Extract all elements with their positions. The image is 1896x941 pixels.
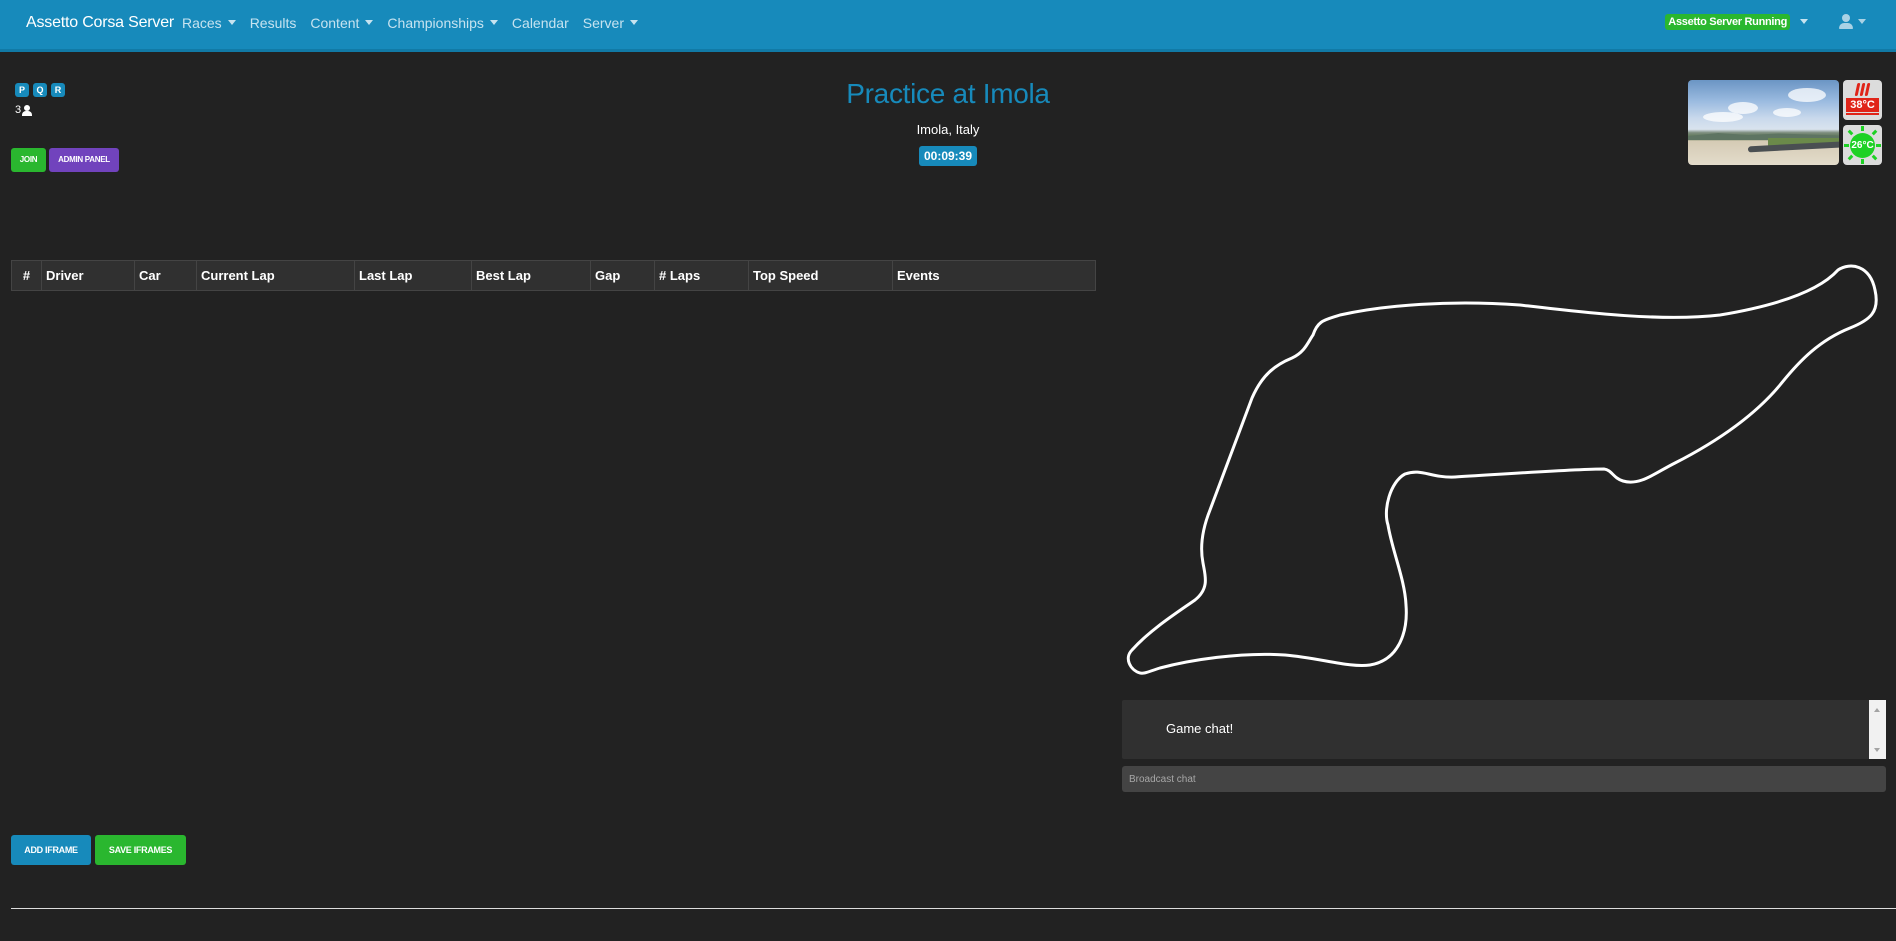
divider — [11, 908, 1896, 909]
weather-preview-image — [1688, 80, 1839, 165]
caret-down-icon — [365, 19, 374, 25]
server-status-badge[interactable]: Assetto Server Running — [1665, 14, 1790, 30]
caret-down-icon — [629, 19, 638, 25]
column-header-top-speed[interactable]: Top Speed — [748, 260, 893, 291]
user-icon — [22, 105, 33, 116]
track-temperature-value: 38°C — [1846, 98, 1879, 112]
track-location: Imola, Italy — [916, 122, 980, 137]
chat-message: Game chat! — [1166, 721, 1234, 736]
column-header-gap[interactable]: Gap — [590, 260, 655, 291]
brand-link[interactable]: Assetto Corsa Server — [26, 14, 174, 32]
admin-panel-button[interactable]: ADMIN PANEL — [49, 148, 119, 172]
table-header-row: # Driver Car Current Lap Last Lap Best L… — [11, 260, 1096, 291]
chat-scrollbar[interactable] — [1869, 700, 1886, 759]
connected-clients: 3 — [15, 104, 33, 116]
add-iframe-button[interactable]: ADD IFRAME — [11, 835, 91, 865]
nav-item-server[interactable]: Server — [583, 15, 638, 31]
user-icon[interactable] — [1838, 14, 1854, 30]
nav-item-championships[interactable]: Championships — [387, 15, 498, 31]
join-button[interactable]: JOIN — [11, 148, 46, 172]
session-type-badges: P Q R — [15, 83, 65, 97]
scroll-down-icon[interactable] — [1874, 748, 1880, 752]
scroll-up-icon[interactable] — [1874, 708, 1880, 712]
live-timings-table: # Driver Car Current Lap Last Lap Best L… — [11, 260, 1096, 291]
nav-menu: Races Results Content Championships Cale… — [182, 15, 652, 31]
nav-item-label: Championships — [387, 15, 484, 31]
ambient-temperature-value: 26°C — [1850, 133, 1875, 158]
nav-item-calendar[interactable]: Calendar — [512, 15, 569, 31]
page-title: Practice at Imola — [846, 78, 1050, 109]
column-header-driver[interactable]: Driver — [41, 260, 135, 291]
caret-down-icon — [227, 19, 236, 25]
nav-item-label: Results — [249, 15, 297, 31]
track-outline — [1126, 264, 1878, 675]
user-dropdown-icon[interactable] — [1858, 18, 1866, 24]
nav-item-label: Server — [582, 15, 624, 31]
session-header: Practice at Imola Imola, Italy 00:09:39 — [748, 78, 1148, 166]
column-header-last-lap[interactable]: Last Lap — [354, 260, 472, 291]
nav-item-races[interactable]: Races — [182, 15, 236, 31]
column-header-current-lap[interactable]: Current Lap — [196, 260, 355, 291]
column-header-best-lap[interactable]: Best Lap — [471, 260, 591, 291]
game-chat-log[interactable]: Game chat! — [1122, 700, 1886, 759]
caret-down-icon — [489, 19, 498, 25]
session-badge-race: R — [51, 83, 65, 97]
nav-item-label: Calendar — [511, 15, 569, 31]
nav-item-content[interactable]: Content — [310, 15, 374, 31]
nav-right: Assetto Server Running — [1665, 14, 1896, 30]
session-badge-qualifying: Q — [33, 83, 47, 97]
column-header-events[interactable]: Events — [892, 260, 1096, 291]
broadcast-chat-input[interactable] — [1122, 766, 1886, 792]
column-header-laps[interactable]: # Laps — [654, 260, 749, 291]
column-header-position[interactable]: # — [11, 260, 42, 291]
ambient-temperature: 26°C — [1843, 125, 1882, 165]
navbar: Assetto Corsa Server Races Results Conte… — [0, 0, 1896, 52]
track-temperature: 38°C — [1843, 80, 1882, 120]
session-timer: 00:09:39 — [918, 146, 978, 166]
nav-item-results[interactable]: Results — [250, 15, 297, 31]
nav-item-label: Races — [182, 15, 222, 31]
nav-item-label: Content — [310, 15, 360, 31]
track-map — [1126, 264, 1878, 675]
connected-clients-count: 3 — [15, 104, 22, 116]
session-badge-practice: P — [15, 83, 29, 97]
server-status-dropdown-icon[interactable] — [1800, 18, 1808, 24]
column-header-car[interactable]: Car — [134, 260, 197, 291]
save-iframes-button[interactable]: SAVE IFRAMES — [95, 835, 186, 865]
